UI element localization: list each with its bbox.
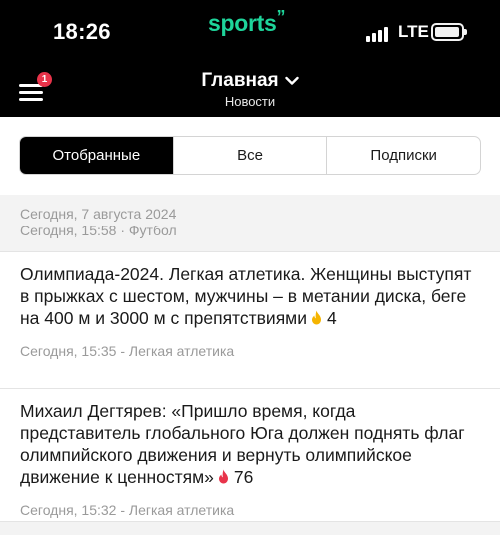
article-meta: Сегодня, 15:35 - Легкая атлетика bbox=[20, 343, 235, 359]
feed-divider bbox=[0, 521, 500, 535]
top-bar: 18:26 sports” LTE 1 Главная Новости bbox=[0, 0, 500, 117]
tab-selected[interactable]: Отобранные bbox=[20, 137, 173, 174]
signal-icon bbox=[366, 24, 392, 42]
tab-all[interactable]: Все bbox=[172, 137, 327, 174]
article-item[interactable]: Михаил Дегтярев: «Пришло время, когда пр… bbox=[0, 388, 500, 522]
article-title: Олимпиада-2024. Легкая атлетика. Женщины… bbox=[20, 264, 472, 328]
comment-count: 4 bbox=[326, 308, 337, 328]
battery-icon bbox=[431, 23, 467, 41]
comment-count: 76 bbox=[233, 467, 254, 487]
article-title: Михаил Дегтярев: «Пришло время, когда пр… bbox=[20, 401, 465, 487]
fire-icon bbox=[311, 310, 321, 325]
chevron-down-icon bbox=[284, 76, 299, 85]
brand-logo-accent: ” bbox=[276, 7, 286, 27]
status-time: 18:26 bbox=[53, 19, 111, 44]
network-label: LTE bbox=[398, 22, 429, 41]
tab-subscriptions[interactable]: Подписки bbox=[326, 137, 480, 174]
date-heading: Сегодня, 7 августа 2024 bbox=[20, 206, 177, 222]
feed-tabs: Отобранные Все Подписки bbox=[19, 136, 481, 175]
brand-logo-text: sports bbox=[208, 10, 277, 36]
brand-logo[interactable]: sports” bbox=[208, 7, 286, 37]
article-item[interactable]: Олимпиада-2024. Легкая атлетика. Женщины… bbox=[0, 251, 500, 388]
page-subtitle: Новости bbox=[224, 94, 276, 109]
partial-item-meta: Сегодня, 15:58 · Футбол bbox=[20, 226, 177, 238]
article-meta: Сегодня, 15:32 - Легкая атлетика bbox=[20, 502, 235, 518]
section-switcher[interactable]: Главная bbox=[0, 70, 500, 92]
date-section bbox=[0, 195, 500, 251]
page-title: Главная bbox=[201, 70, 279, 91]
fire-icon bbox=[218, 469, 228, 484]
